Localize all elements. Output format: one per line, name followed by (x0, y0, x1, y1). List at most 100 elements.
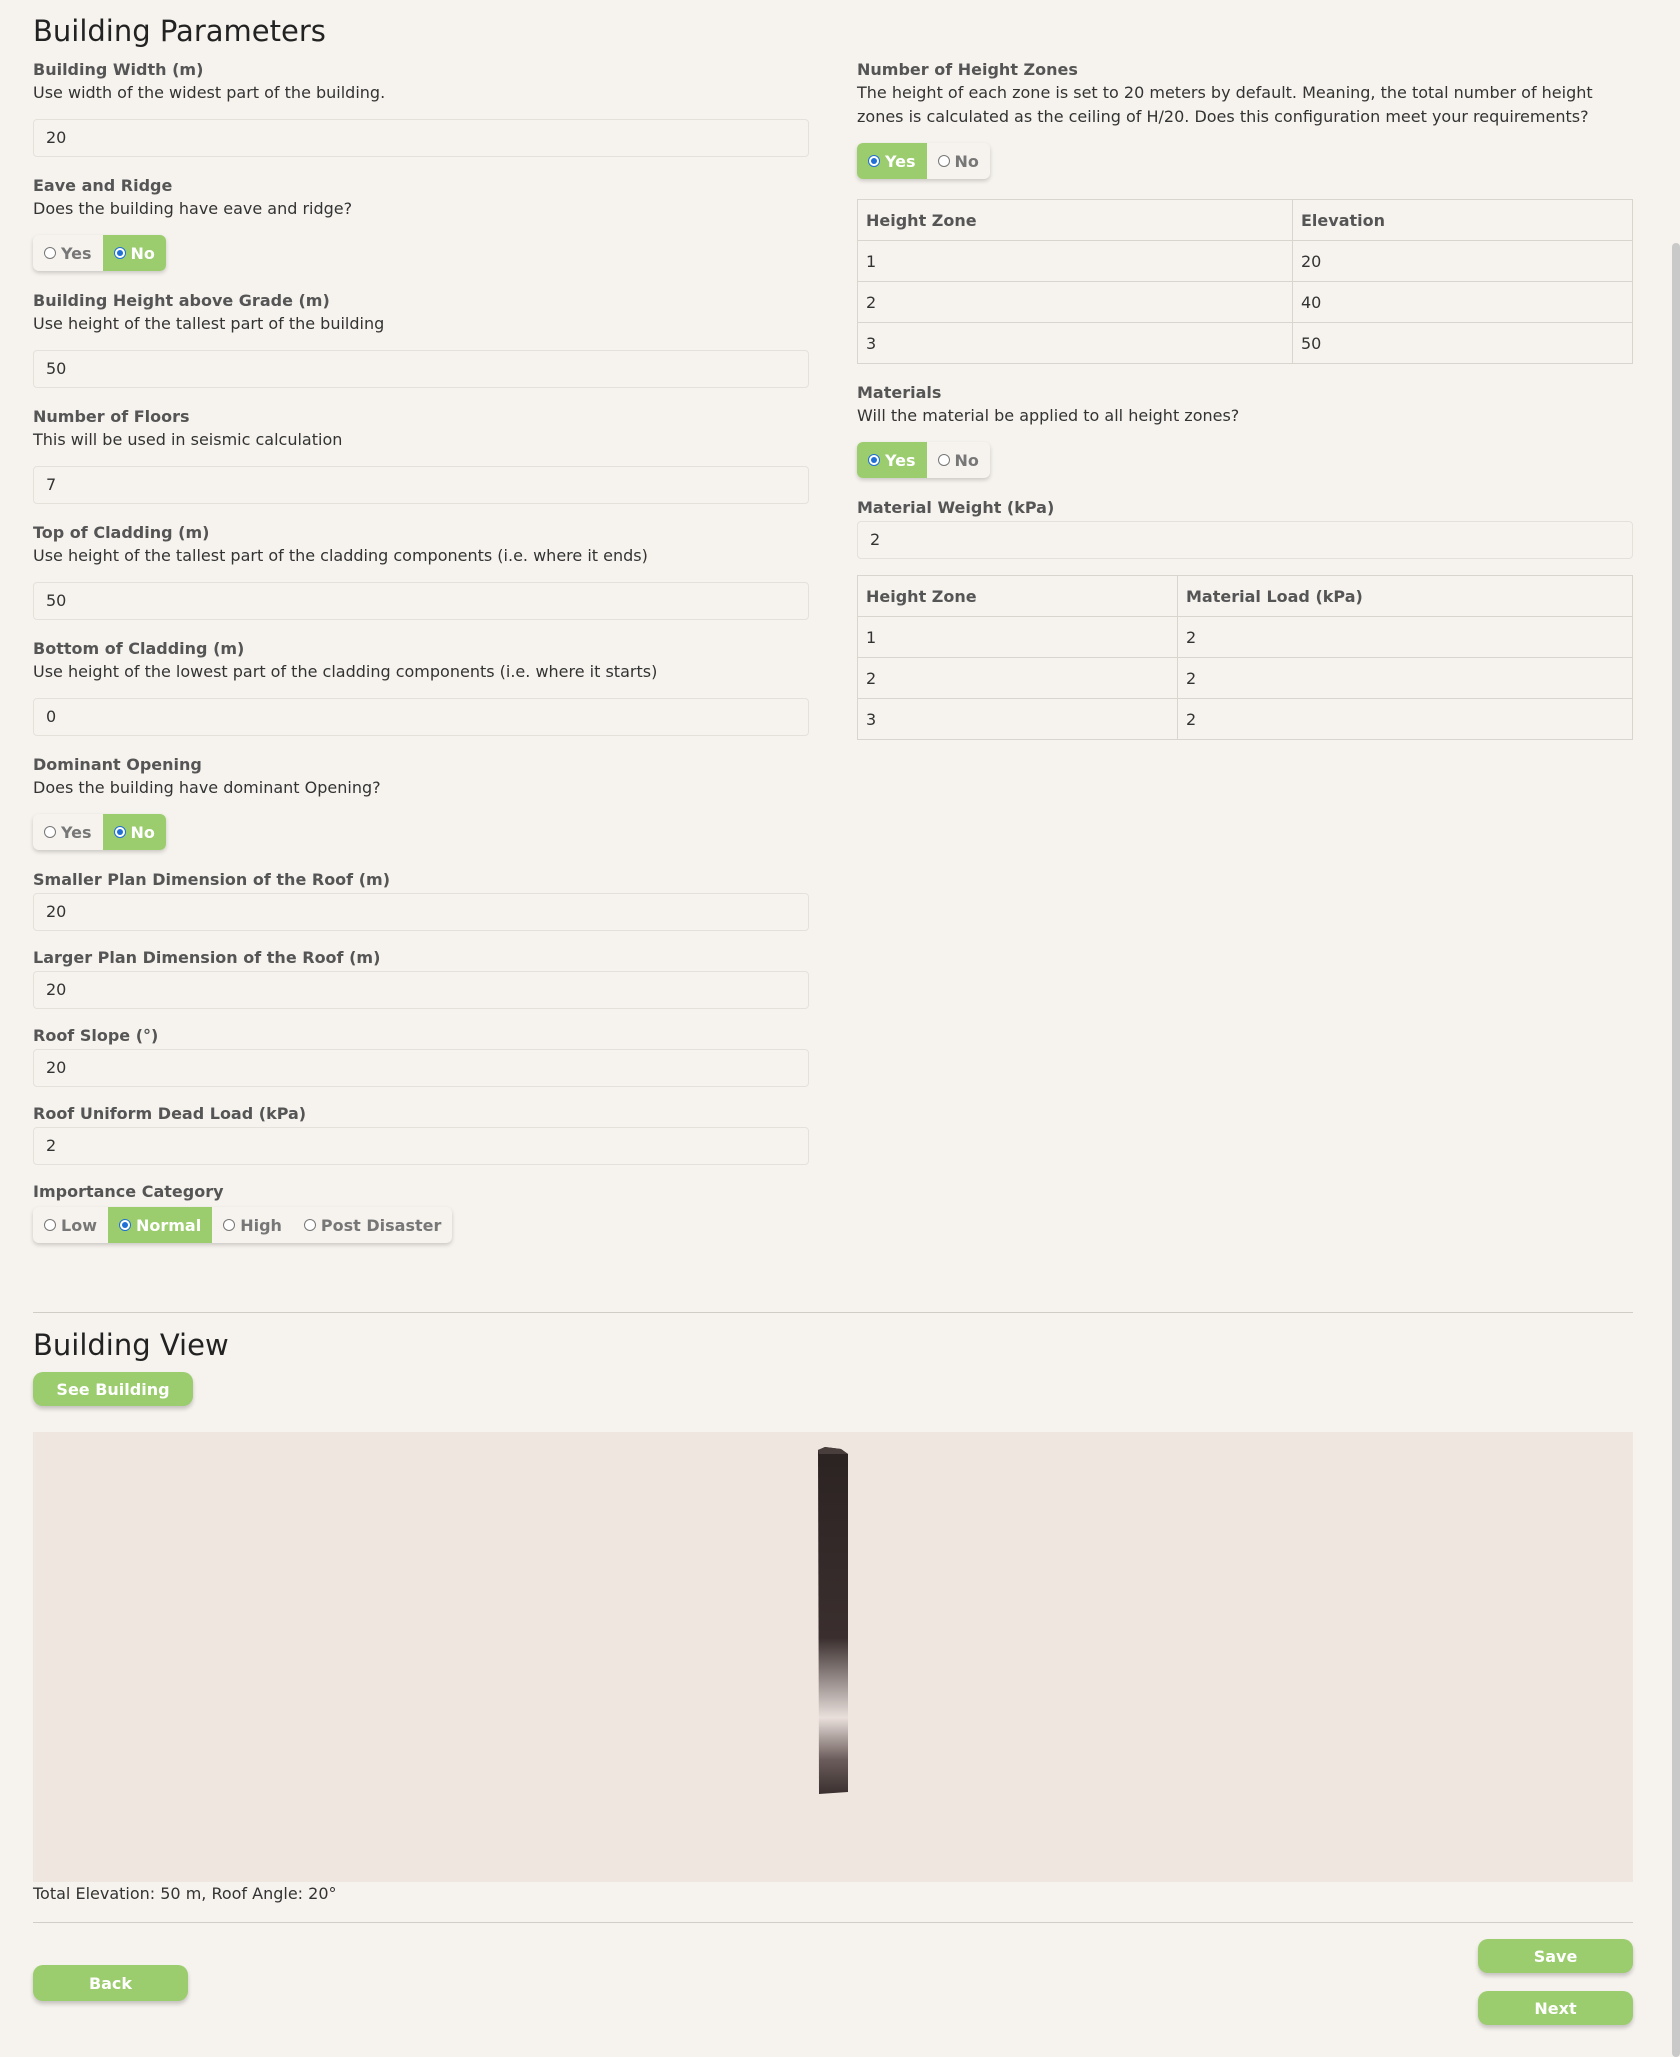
height-zones-desc: The height of each zone is set to 20 met… (857, 83, 1593, 126)
radio-icon (303, 1219, 316, 1231)
floors-input[interactable]: 7 (33, 466, 809, 504)
dominant-opening-radio-group: Yes No (33, 814, 166, 850)
radio-checked-icon (868, 155, 880, 167)
height-zones-yes[interactable]: Yes (857, 143, 927, 179)
radio-icon (223, 1219, 236, 1231)
eave-ridge-yes[interactable]: Yes (33, 235, 103, 271)
top-cladding-group: Top of Cladding (m) Use height of the ta… (33, 522, 809, 620)
importance-low[interactable]: Low (33, 1207, 108, 1243)
radio-icon (44, 826, 56, 838)
radio-checked-icon (118, 1219, 131, 1231)
bottom-cladding-desc: Use height of the lowest part of the cla… (33, 662, 658, 681)
dominant-opening-no[interactable]: No (102, 814, 166, 850)
table-header-row: Height Zone Material Load (kPa) (857, 575, 1633, 617)
materials-radio-group: Yes No (857, 442, 990, 478)
materials-no[interactable]: No (927, 442, 990, 478)
radio-checked-icon (113, 826, 126, 838)
roof-dead-load-group: Roof Uniform Dead Load (kPa) 2 (33, 1103, 809, 1165)
building-width-group: Building Width (m) Use width of the wide… (33, 59, 809, 157)
smaller-plan-group: Smaller Plan Dimension of the Roof (m) 2… (33, 869, 809, 931)
view-caption: Total Elevation: 50 m, Roof Angle: 20° (33, 1884, 337, 1903)
building-3d-viewport[interactable] (33, 1432, 1633, 1882)
column-header: Elevation (1292, 199, 1633, 241)
roof-slope-group: Roof Slope (°) 20 (33, 1025, 809, 1087)
table-cell: 2 (1177, 657, 1633, 699)
importance-high[interactable]: High (212, 1207, 293, 1243)
table-cell: 2 (1177, 616, 1633, 658)
importance-group: Importance Category Low Normal High Post… (33, 1181, 809, 1243)
height-zones-table: Height Zone Elevation 1 20 2 40 3 50 (857, 199, 1633, 364)
dominant-opening-desc: Does the building have dominant Opening? (33, 778, 381, 797)
column-header: Material Load (kPa) (1177, 575, 1633, 617)
roof-dead-load-input[interactable]: 2 (33, 1127, 809, 1165)
table-cell: 2 (857, 657, 1178, 699)
eave-ridge-desc: Does the building have eave and ridge? (33, 199, 353, 218)
table-row: 3 2 (857, 698, 1633, 740)
building-height-label: Building Height above Grade (m) (33, 291, 330, 310)
building-width-desc: Use width of the widest part of the buil… (33, 83, 386, 102)
table-cell: 20 (1292, 240, 1633, 282)
table-cell: 2 (1177, 698, 1633, 740)
next-button[interactable]: Next (1478, 1991, 1633, 2025)
back-button[interactable]: Back (33, 1965, 188, 2001)
right-column: Number of Height Zones The height of eac… (857, 59, 1633, 740)
eave-ridge-group: Eave and Ridge Does the building have ea… (33, 175, 809, 271)
height-zones-group: Number of Height Zones The height of eac… (857, 59, 1633, 364)
materials-label: Materials (857, 383, 942, 402)
radio-icon (937, 155, 950, 167)
top-cladding-input[interactable]: 50 (33, 582, 809, 620)
bottom-cladding-group: Bottom of Cladding (m) Use height of the… (33, 638, 809, 736)
material-weight-label: Material Weight (kPa) (857, 498, 1055, 517)
table-cell: 1 (857, 240, 1293, 282)
building-view-title: Building View (33, 1328, 229, 1362)
bottom-cladding-label: Bottom of Cladding (m) (33, 639, 245, 658)
dominant-opening-yes[interactable]: Yes (33, 814, 103, 850)
table-row: 3 50 (857, 322, 1633, 364)
table-cell: 3 (857, 322, 1293, 364)
building-height-input[interactable]: 50 (33, 350, 809, 388)
importance-post-disaster[interactable]: Post Disaster (293, 1207, 452, 1243)
height-zones-no[interactable]: No (927, 143, 990, 179)
materials-desc: Will the material be applied to all heig… (857, 406, 1240, 425)
importance-label: Importance Category (33, 1182, 224, 1201)
materials-yes[interactable]: Yes (857, 442, 927, 478)
eave-ridge-no[interactable]: No (102, 235, 166, 271)
height-zones-label: Number of Height Zones (857, 60, 1078, 79)
see-building-button[interactable]: See Building (33, 1372, 193, 1406)
larger-plan-group: Larger Plan Dimension of the Roof (m) 20 (33, 947, 809, 1009)
building-width-input[interactable]: 20 (33, 119, 809, 157)
table-header-row: Height Zone Elevation (857, 199, 1633, 241)
larger-plan-label: Larger Plan Dimension of the Roof (m) (33, 948, 381, 967)
footer-divider (33, 1922, 1633, 1923)
dominant-opening-label: Dominant Opening (33, 755, 202, 774)
material-weight-group: Material Weight (kPa) 2 (857, 497, 1633, 559)
material-weight-input[interactable]: 2 (857, 521, 1633, 559)
page-scrollbar[interactable] (1672, 243, 1680, 2057)
save-button[interactable]: Save (1478, 1939, 1633, 1973)
eave-ridge-radio-group: Yes No (33, 235, 166, 271)
section-divider (33, 1312, 1633, 1313)
column-header: Height Zone (857, 575, 1178, 617)
dominant-opening-group: Dominant Opening Does the building have … (33, 754, 809, 850)
floors-group: Number of Floors This will be used in se… (33, 406, 809, 504)
building-height-desc: Use height of the tallest part of the bu… (33, 314, 385, 333)
material-load-table: Height Zone Material Load (kPa) 1 2 2 2 … (857, 575, 1633, 740)
materials-group: Materials Will the material be applied t… (857, 382, 1633, 478)
larger-plan-input[interactable]: 20 (33, 971, 809, 1009)
height-zones-radio-group: Yes No (857, 143, 990, 179)
roof-slope-label: Roof Slope (°) (33, 1026, 159, 1045)
table-row: 1 2 (857, 616, 1633, 658)
table-row: 2 40 (857, 281, 1633, 323)
left-column: Building Width (m) Use width of the wide… (33, 59, 809, 1243)
table-cell: 40 (1292, 281, 1633, 323)
bottom-cladding-input[interactable]: 0 (33, 698, 809, 736)
table-cell: 3 (857, 698, 1178, 740)
importance-normal[interactable]: Normal (107, 1207, 213, 1243)
smaller-plan-input[interactable]: 20 (33, 893, 809, 931)
roof-slope-input[interactable]: 20 (33, 1049, 809, 1087)
table-cell: 50 (1292, 322, 1633, 364)
table-cell: 1 (857, 616, 1178, 658)
floors-label: Number of Floors (33, 407, 190, 426)
page-title: Building Parameters (33, 14, 326, 48)
building-model (818, 1447, 848, 1794)
